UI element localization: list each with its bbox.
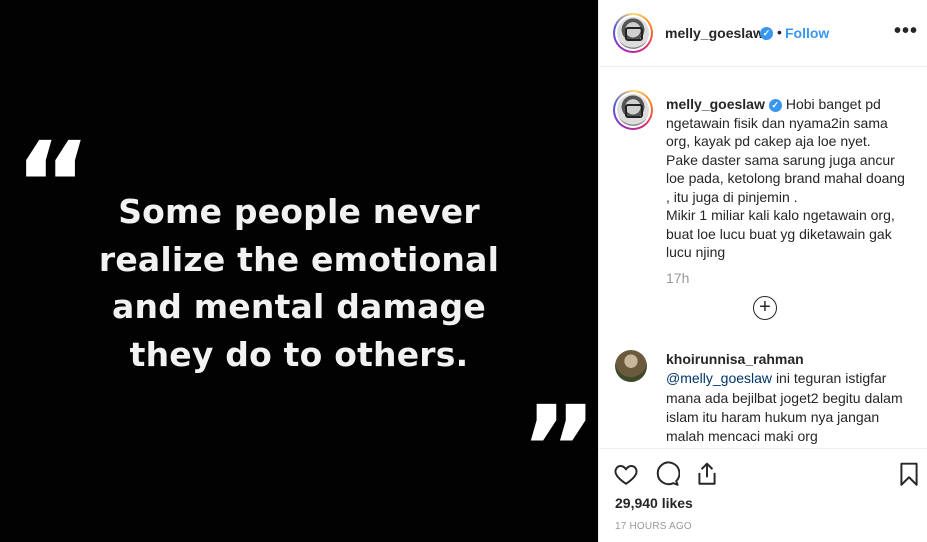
close-quote-mark: ” xyxy=(520,380,598,518)
comment: khoirunnisa_rahman @melly_goeslaw ini te… xyxy=(666,350,911,446)
likes-count[interactable]: 29,940 likes xyxy=(615,495,693,511)
caption-timestamp[interactable]: 17h xyxy=(666,270,689,286)
post-side-panel: melly_goeslaw ✓ • Follow ••• melly_goesl… xyxy=(598,0,927,542)
post-image[interactable]: “ Some people never realize the emotiona… xyxy=(0,0,598,542)
caption-author-avatar[interactable] xyxy=(613,90,653,130)
caption: melly_goeslaw ✓ Hobi banget pd ngetawain f… xyxy=(666,95,906,262)
verified-badge-icon: ✓ xyxy=(768,98,782,112)
quote-line: they do to others. xyxy=(129,334,469,374)
quote-line: realize the emotional xyxy=(98,239,500,279)
more-options-icon[interactable]: ••• xyxy=(894,20,918,43)
heart-icon[interactable] xyxy=(613,461,639,487)
caption-username[interactable]: melly_goeslaw xyxy=(666,96,765,112)
follow-button[interactable]: Follow xyxy=(785,25,829,41)
action-bar: 29,940 likes 17 HOURS AGO xyxy=(599,448,927,542)
quote-text: Some people never realize the emotional … xyxy=(60,188,538,378)
separator-dot: • xyxy=(777,24,782,40)
post-header: melly_goeslaw ✓ • Follow ••• xyxy=(599,0,927,67)
bookmark-icon[interactable] xyxy=(896,461,922,487)
caption-text: Hobi banget pd ngetawain fisik dan nyama… xyxy=(666,96,905,260)
load-more-comments-button[interactable]: + xyxy=(753,296,777,320)
verified-badge-icon: ✓ xyxy=(760,27,773,40)
share-icon[interactable] xyxy=(694,461,720,487)
avatar-image xyxy=(617,94,649,126)
author-avatar[interactable] xyxy=(613,13,653,53)
post-timestamp[interactable]: 17 HOURS AGO xyxy=(615,521,692,532)
author-username[interactable]: melly_goeslaw xyxy=(665,25,764,41)
comment-username[interactable]: khoirunnisa_rahman xyxy=(666,351,804,367)
comment-icon[interactable] xyxy=(654,461,680,487)
comments-area[interactable]: melly_goeslaw ✓ Hobi banget pd ngetawain f… xyxy=(599,68,927,448)
quote-line: and mental damage xyxy=(112,287,486,326)
commenter-avatar[interactable] xyxy=(615,350,647,382)
avatar-image xyxy=(617,17,649,49)
quote-line: Some people never xyxy=(118,192,480,231)
comment-mention[interactable]: @melly_goeslaw xyxy=(666,370,772,386)
